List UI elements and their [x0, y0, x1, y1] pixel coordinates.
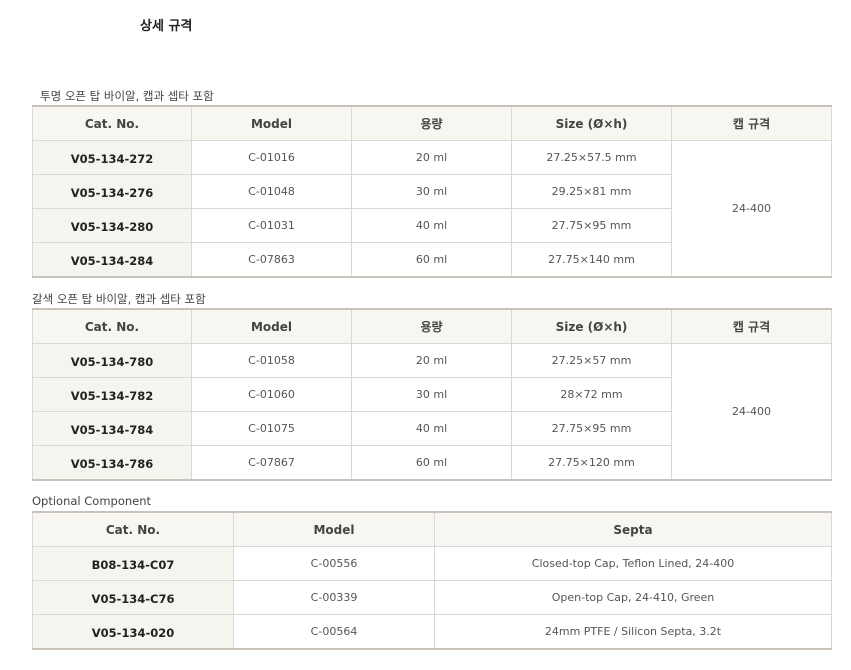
cat-no-cell: V05-134-280 [32, 208, 192, 243]
volume-cell: 30 ml [351, 377, 512, 412]
size-cell: 27.75×95 mm [511, 411, 672, 446]
table-header-row: Cat. No. Model Septa [32, 511, 832, 547]
cap-spec-cell: 24-400 [671, 343, 832, 481]
size-cell: 27.25×57 mm [511, 343, 672, 378]
col-header-cap: 캡 규격 [671, 308, 832, 344]
volume-cell: 20 ml [351, 343, 512, 378]
page-title: 상세 규격 [140, 19, 193, 34]
cat-no-cell: V05-134-780 [32, 343, 192, 378]
size-cell: 29.25×81 mm [511, 174, 672, 209]
model-cell: C-07863 [191, 242, 352, 278]
cat-no-cell: V05-134-786 [32, 445, 192, 481]
size-cell: 27.25×57.5 mm [511, 140, 672, 175]
col-header-cap: 캡 규격 [671, 105, 832, 141]
table-row: B08-134-C07 C-00556 Closed-top Cap, Tefl… [32, 546, 832, 581]
septa-cell: Closed-top Cap, Teflon Lined, 24-400 [434, 546, 832, 581]
volume-cell: 60 ml [351, 242, 512, 278]
table-row: V05-134-C76 C-00339 Open-top Cap, 24-410… [32, 580, 832, 615]
cat-no-cell: V05-134-272 [32, 140, 192, 175]
col-header-volume: 용량 [351, 105, 512, 141]
optional-component-caption: Optional Component [32, 494, 152, 508]
model-cell: C-01048 [191, 174, 352, 209]
clear-vial-caption: 투명 오픈 탑 바이알, 캡과 셉타 포함 [40, 89, 214, 103]
col-header-septa: Septa [434, 511, 832, 547]
cap-spec-cell: 24-400 [671, 140, 832, 278]
size-cell: 28×72 mm [511, 377, 672, 412]
cat-no-cell: V05-134-C76 [32, 580, 234, 615]
cat-no-cell: V05-134-784 [32, 411, 192, 446]
volume-cell: 40 ml [351, 411, 512, 446]
model-cell: C-01058 [191, 343, 352, 378]
table-row: V05-134-020 C-00564 24mm PTFE / Silicon … [32, 614, 832, 650]
volume-cell: 40 ml [351, 208, 512, 243]
model-cell: C-01016 [191, 140, 352, 175]
col-header-size: Size (Ø×h) [511, 308, 672, 344]
col-header-model: Model [191, 308, 352, 344]
cat-no-cell: B08-134-C07 [32, 546, 234, 581]
model-cell: C-00339 [233, 580, 435, 615]
cat-no-cell: V05-134-782 [32, 377, 192, 412]
volume-cell: 30 ml [351, 174, 512, 209]
table-row: V05-134-780 C-01058 20 ml 27.25×57 mm 24… [32, 343, 832, 481]
model-cell: C-01031 [191, 208, 352, 243]
col-header-size: Size (Ø×h) [511, 105, 672, 141]
col-header-cat: Cat. No. [32, 308, 192, 344]
model-cell: C-07867 [191, 445, 352, 481]
table-header-row: Cat. No. Model 용량 Size (Ø×h) 캡 규격 [32, 105, 832, 141]
model-cell: C-00564 [233, 614, 435, 650]
size-cell: 27.75×120 mm [511, 445, 672, 481]
optional-component-table: Cat. No. Model Septa B08-134-C07 C-00556… [32, 511, 832, 650]
col-header-cat: Cat. No. [32, 511, 234, 547]
cat-no-cell: V05-134-284 [32, 242, 192, 278]
model-cell: C-01075 [191, 411, 352, 446]
cat-no-cell: V05-134-020 [32, 614, 234, 650]
table-row: V05-134-272 C-01016 20 ml 27.25×57.5 mm … [32, 140, 832, 278]
septa-cell: 24mm PTFE / Silicon Septa, 3.2t [434, 614, 832, 650]
septa-cell: Open-top Cap, 24-410, Green [434, 580, 832, 615]
amber-vial-caption: 갈색 오픈 탑 바이알, 캡과 셉타 포함 [32, 292, 206, 306]
size-cell: 27.75×140 mm [511, 242, 672, 278]
size-cell: 27.75×95 mm [511, 208, 672, 243]
volume-cell: 60 ml [351, 445, 512, 481]
col-header-model: Model [233, 511, 435, 547]
cat-no-cell: V05-134-276 [32, 174, 192, 209]
amber-vial-table: Cat. No. Model 용량 Size (Ø×h) 캡 규격 V05-13… [32, 308, 832, 481]
col-header-cat: Cat. No. [32, 105, 192, 141]
volume-cell: 20 ml [351, 140, 512, 175]
model-cell: C-01060 [191, 377, 352, 412]
col-header-model: Model [191, 105, 352, 141]
clear-vial-table: Cat. No. Model 용량 Size (Ø×h) 캡 규격 V05-13… [32, 105, 832, 278]
col-header-volume: 용량 [351, 308, 512, 344]
table-header-row: Cat. No. Model 용량 Size (Ø×h) 캡 규격 [32, 308, 832, 344]
model-cell: C-00556 [233, 546, 435, 581]
